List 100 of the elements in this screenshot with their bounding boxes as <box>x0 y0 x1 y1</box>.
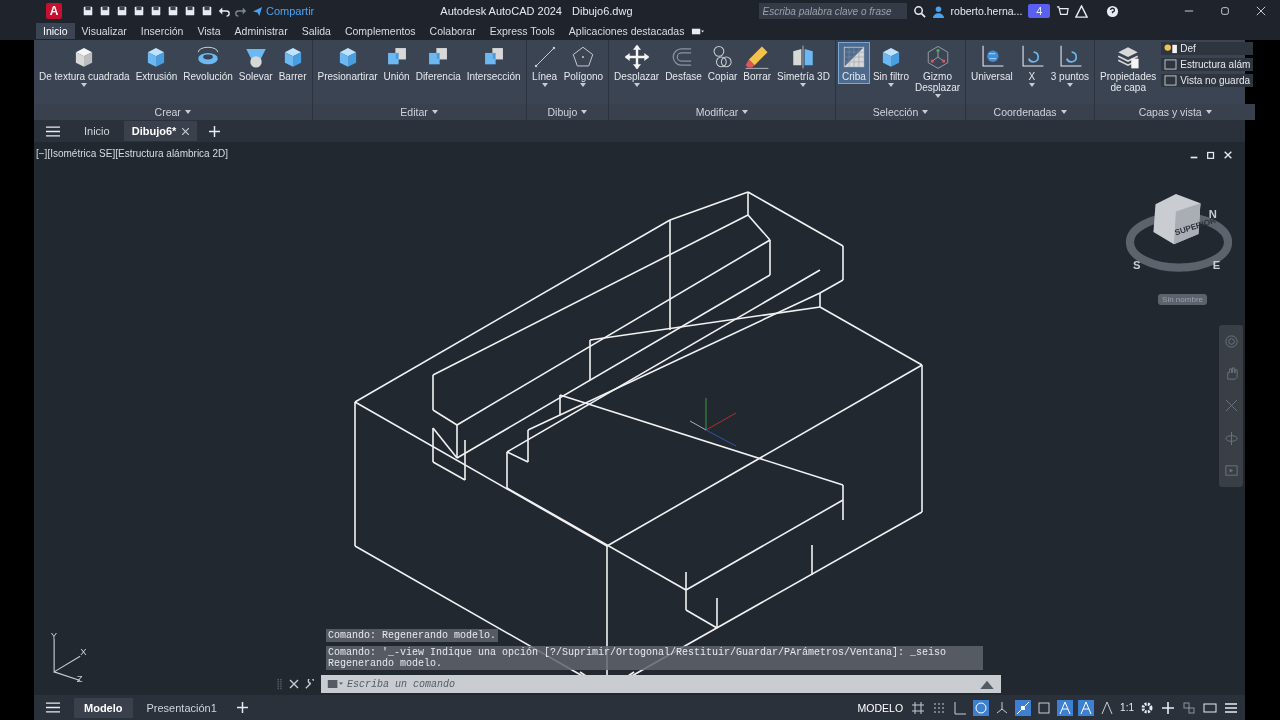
toolbar-icon[interactable] <box>167 5 179 17</box>
caret-icon <box>81 83 88 87</box>
menu-icon[interactable] <box>46 125 60 137</box>
ribbon-tab[interactable]: Vista <box>190 23 228 39</box>
ribbon-tool[interactable]: De textura cuadrada <box>36 42 133 89</box>
menu-icon[interactable] <box>46 702 60 713</box>
update-badge[interactable]: 4 <box>1028 4 1051 18</box>
ribbon-tool[interactable]: Extrusión <box>132 42 181 84</box>
ribbon-tool[interactable]: Borrar <box>740 42 775 84</box>
wrench-icon[interactable] <box>305 679 315 689</box>
app-logo[interactable]: A <box>46 3 62 19</box>
ribbon-tab[interactable]: Inserción <box>133 23 191 39</box>
ribbon-tool[interactable]: Barrer <box>275 42 310 84</box>
ribbon-tool[interactable]: X <box>1015 42 1048 89</box>
grip-icon[interactable] <box>277 677 283 691</box>
panel-title[interactable]: Capas y vista <box>1095 104 1256 120</box>
caret-icon <box>184 110 191 114</box>
toolbar-icon[interactable] <box>116 5 128 17</box>
panel-title[interactable]: Selección <box>835 104 966 120</box>
ribbon-tab[interactable]: Express Tools <box>482 23 562 39</box>
undo-icon[interactable] <box>218 5 230 17</box>
layer-dropdown[interactable]: Def <box>1161 42 1254 55</box>
ribbon-tab[interactable]: Aplicaciones destacadas <box>561 23 692 39</box>
restore-icon[interactable] <box>1206 150 1216 160</box>
ribbon-tool[interactable]: Unión <box>380 42 413 84</box>
panel-title[interactable]: Modificar <box>609 104 835 120</box>
ribbon-tab[interactable]: Colaborar <box>422 23 483 39</box>
ribbon-tab[interactable]: Visualizar <box>74 23 134 39</box>
caret-icon <box>934 94 941 98</box>
layout-tab[interactable]: Presentación1 <box>136 697 227 718</box>
expand-icon[interactable] <box>979 679 995 689</box>
layer-dropdown[interactable]: Estructura alám <box>1161 58 1254 71</box>
object-snap-icon[interactable] <box>1015 699 1032 716</box>
crosshair-icon <box>689 397 737 447</box>
ribbon-tool[interactable]: Diferencia <box>412 42 464 84</box>
user-name[interactable]: roberto.herna... <box>950 5 1023 17</box>
panel-title[interactable]: Editar <box>312 104 526 120</box>
toolbar-icon[interactable] <box>99 5 111 17</box>
layer-dropdown[interactable]: Vista no guarda <box>1161 74 1254 87</box>
ribbon-tool[interactable]: Sin filtro <box>869 42 912 89</box>
caret-icon <box>1205 110 1212 114</box>
file-tab[interactable]: Inicio <box>76 121 118 141</box>
ribbon-tool[interactable]: Solevar <box>235 42 276 84</box>
search-icon[interactable] <box>912 4 926 18</box>
triangle-icon[interactable] <box>1075 4 1089 18</box>
caret-icon <box>431 110 438 114</box>
close-icon[interactable] <box>182 127 190 135</box>
ribbon-tool[interactable]: Intersección <box>463 42 524 84</box>
ribbon-tool[interactable]: Desfase <box>662 42 705 84</box>
toolbar-icon[interactable] <box>150 5 162 17</box>
plus-icon[interactable] <box>1160 699 1176 716</box>
close-icon[interactable] <box>289 679 299 689</box>
toolbar-icon[interactable] <box>184 5 196 17</box>
model-space-button[interactable]: MODELO <box>855 701 906 714</box>
toolbar-icon[interactable] <box>82 5 94 17</box>
panel-title[interactable]: Coordenadas <box>966 104 1095 120</box>
caret-icon <box>1028 83 1035 87</box>
caret-icon <box>922 110 929 114</box>
ribbon-tool[interactable]: Simetría 3D <box>774 42 833 89</box>
ribbon-tab[interactable]: Complementos <box>337 23 423 39</box>
add-tab-icon[interactable] <box>236 702 248 713</box>
ribbon-tool[interactable]: Universal <box>968 42 1016 84</box>
restore-icon[interactable] <box>1220 6 1230 16</box>
ribbon-tool[interactable]: Propiedades de capa <box>1097 42 1160 95</box>
command-field[interactable]: Escriba un comando <box>321 675 1001 693</box>
panel-title[interactable]: Crear <box>34 104 312 120</box>
ribbon-tab[interactable]: Administrar <box>227 23 295 39</box>
help-icon[interactable] <box>1106 4 1120 18</box>
layout-tab[interactable]: Modelo <box>74 697 133 718</box>
ribbon-tool[interactable]: Gizmo Desplazar <box>912 42 964 100</box>
search-field[interactable]: Escriba palabra clave o frase <box>758 3 907 19</box>
ribbon-tool[interactable]: 3 puntos <box>1047 42 1093 89</box>
ribbon-tool[interactable]: Copiar <box>704 42 741 84</box>
prompt-icon[interactable] <box>327 679 343 689</box>
toolbar-icon[interactable] <box>133 5 145 17</box>
panel-title[interactable]: Dibujo <box>526 104 609 120</box>
share-link[interactable]: Compartir <box>252 5 315 17</box>
cart-icon[interactable] <box>1056 4 1070 18</box>
annotation-scale[interactable]: 1:1 <box>1120 702 1134 713</box>
ribbon-tool[interactable]: Desplazar <box>611 42 663 89</box>
viewport-controls[interactable]: [−][Isométrica SE][Estructura alámbrica 2D] <box>36 148 228 159</box>
ribbon-tool[interactable]: Polígono <box>560 42 607 89</box>
file-tab[interactable]: Dibujo6* <box>123 121 198 141</box>
app-title: Autodesk AutoCAD 2024 <box>440 5 562 17</box>
ribbon-tool[interactable]: Revolución <box>180 42 236 84</box>
ribbon-tool[interactable]: Criba <box>837 42 870 84</box>
polar-icon[interactable] <box>973 699 990 716</box>
grid-icon[interactable] <box>910 699 927 716</box>
toolbar-icon[interactable] <box>201 5 213 17</box>
add-tab-icon[interactable] <box>209 125 221 137</box>
caret-icon <box>1066 83 1073 87</box>
ribbon-tool[interactable]: Presionartirar <box>314 42 381 84</box>
caret-icon <box>1060 110 1067 114</box>
ribbon-tool[interactable]: Línea <box>528 42 561 89</box>
caret-icon <box>742 110 749 114</box>
command-input[interactable]: Escriba un comando <box>347 678 975 690</box>
ribbon-tab[interactable]: Salida <box>294 23 338 39</box>
caret-icon <box>580 83 587 87</box>
redo-icon[interactable] <box>235 5 247 17</box>
ribbon-tab[interactable]: Inicio <box>36 23 75 39</box>
